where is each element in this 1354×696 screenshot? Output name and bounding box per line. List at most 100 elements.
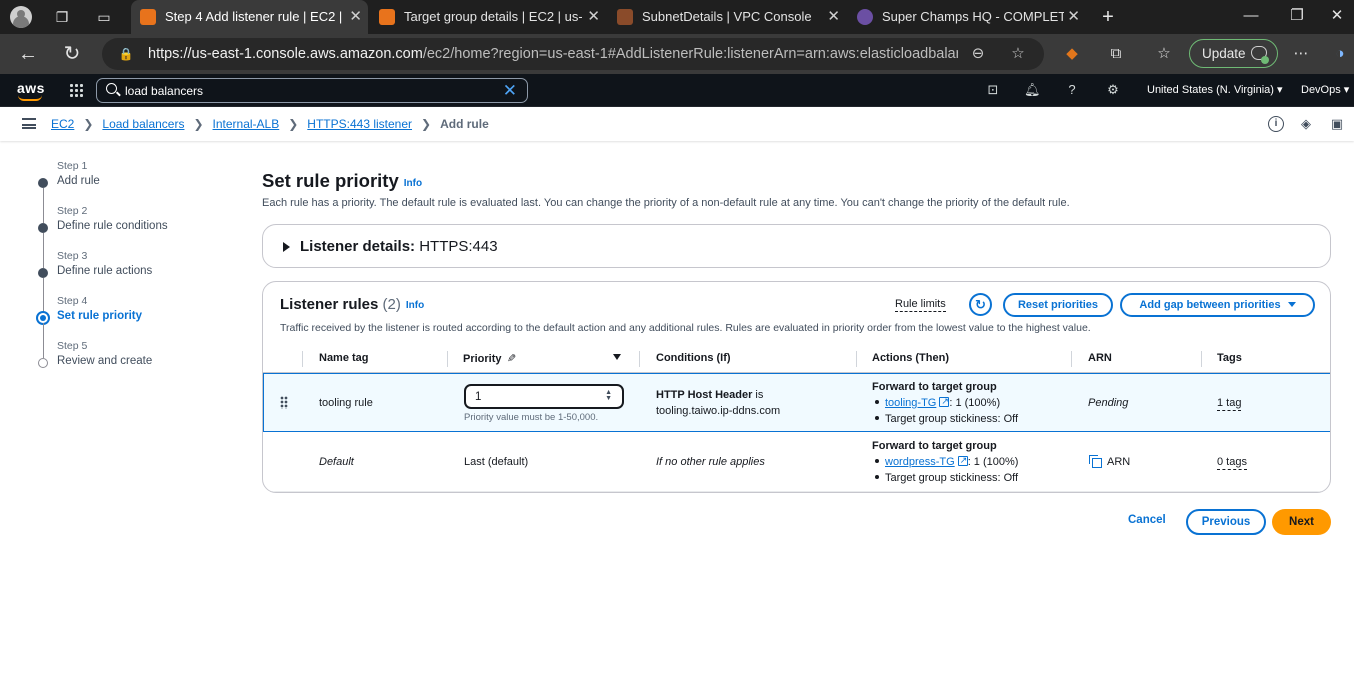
external-link-icon — [939, 393, 950, 409]
next-button[interactable]: Next — [1272, 509, 1331, 535]
url-field[interactable]: 🔒 https://us-east-1.console.aws.amazon.c… — [102, 38, 1044, 70]
region-selector[interactable]: United States (N. Virginia) ▾ — [1147, 83, 1283, 96]
breadcrumb: EC2 ❯ Load balancers ❯ Internal-ALB ❯ HTTPS:44… — [51, 117, 489, 131]
back-icon[interactable]: ← — [16, 42, 40, 66]
chevron-right-icon: ❯ — [83, 117, 94, 131]
tab-add-listener-rule[interactable]: Step 4 Add listener rule | EC2 | us-east… — [131, 0, 368, 34]
breadcrumb-listener[interactable]: HTTPS:443 listener — [307, 117, 412, 131]
breadcrumb-internal-alb[interactable]: Internal-ALB — [213, 117, 280, 131]
column-conditions[interactable]: Conditions (If) — [656, 352, 731, 364]
browser-tab-bar: ❐ ▭ Step 4 Add listener rule | EC2 | us-… — [0, 0, 1354, 34]
site-info-icon[interactable]: 🔒 — [118, 46, 134, 62]
copy-arn-button[interactable]: ARN — [1089, 454, 1130, 470]
chevron-right-icon: ❯ — [193, 117, 204, 131]
search-icon — [106, 83, 117, 94]
table-row[interactable]: tooling rule ▲▼ Priority value must be 1… — [263, 373, 1330, 432]
new-tab-icon[interactable]: + — [1098, 7, 1118, 27]
account-menu[interactable]: DevOps ▾ — [1301, 83, 1349, 96]
listener-details-expander[interactable]: Listener details: HTTPS:443 — [262, 224, 1331, 268]
refresh-button[interactable]: ↻ — [969, 293, 992, 316]
update-badge — [1261, 56, 1269, 64]
breadcrumb-ec2[interactable]: EC2 — [51, 117, 74, 131]
cloudshell-icon[interactable]: ⊡ — [985, 82, 1001, 98]
rule-tags-link[interactable]: 0 tags — [1217, 456, 1247, 470]
column-tags[interactable]: Tags — [1217, 352, 1242, 364]
info-link[interactable]: Info — [404, 178, 422, 189]
extensions-icon[interactable]: ⧉ — [1106, 44, 1126, 64]
wizard-step-2[interactable]: Step 2 Define rule conditions — [36, 205, 236, 268]
breadcrumb-load-balancers[interactable]: Load balancers — [102, 117, 184, 131]
close-window-icon[interactable]: ✕ — [1314, 0, 1354, 34]
table-header: Name tag Priority ✎ Conditions (If) Actio… — [263, 345, 1330, 373]
notifications-bell-icon[interactable]: 🔔︎ — [1024, 82, 1041, 98]
tab-actions-icon[interactable]: ▭ — [94, 7, 114, 27]
minimize-icon[interactable]: — — [1228, 0, 1274, 34]
aws-logo[interactable]: aws — [17, 80, 45, 96]
priority-input[interactable]: ▲▼ — [464, 384, 624, 409]
page-title: Set rule priority Info — [262, 170, 423, 191]
favorites-icon[interactable]: ☆ — [1154, 44, 1174, 64]
close-tab-icon[interactable]: ✕ — [1067, 0, 1080, 34]
bullet — [875, 416, 879, 420]
rule-priority: Last (default) — [464, 456, 529, 468]
previous-button[interactable]: Previous — [1186, 509, 1266, 535]
reset-priorities-button[interactable]: Reset priorities — [1003, 293, 1113, 317]
zoom-icon[interactable]: ⊖ — [968, 44, 988, 64]
breadcrumb-current: Add rule — [440, 117, 489, 131]
wizard-step-1[interactable]: Step 1 Add rule — [36, 160, 236, 223]
stepper-icon[interactable]: ▲ ▼ — [605, 389, 612, 402]
aws-favicon-icon — [379, 9, 395, 25]
close-tab-icon[interactable]: ✕ — [349, 0, 362, 34]
rule-name: tooling rule — [319, 397, 373, 409]
clear-search-icon[interactable]: ✕ — [503, 80, 517, 101]
metamask-extension-icon[interactable]: ◆ — [1062, 44, 1082, 64]
listener-details-title: Listener details: HTTPS:443 — [300, 238, 498, 255]
listener-rules-description: Traffic received by the listener is rout… — [280, 322, 1091, 334]
wizard-steps: Step 1 Add rule Step 2 Define rule condi… — [36, 160, 236, 385]
side-nav-menu-icon[interactable] — [22, 118, 36, 129]
sort-caret-icon[interactable] — [613, 354, 621, 360]
column-actions[interactable]: Actions (Then) — [872, 352, 949, 364]
column-priority[interactable]: Priority ✎ — [463, 352, 516, 365]
priority-field[interactable] — [475, 389, 595, 405]
tab-target-group-details[interactable]: Target group details | EC2 | us-east-1 ✕ — [370, 0, 606, 34]
rule-tags-link[interactable]: 1 tag — [1217, 397, 1242, 411]
settings-gear-icon[interactable]: ⚙ — [1105, 82, 1121, 98]
notifications-panel-icon[interactable]: ◈ — [1298, 116, 1314, 132]
rule-action: Forward to target group tooling-TG: 1 (1… — [872, 379, 1018, 427]
edit-pencil-icon: ✎ — [506, 353, 516, 365]
cancel-button[interactable]: Cancel — [1128, 514, 1166, 526]
help-icon[interactable]: ? — [1064, 82, 1080, 98]
bookmark-star-icon[interactable]: ☆ — [1008, 44, 1028, 64]
rule-limits-link[interactable]: Rule limits — [895, 298, 946, 312]
copilot-icon[interactable]: ◑ — [1330, 44, 1350, 64]
more-menu-icon[interactable]: ⋯ — [1291, 44, 1311, 64]
aws-search-input[interactable] — [125, 82, 485, 100]
add-gap-button[interactable]: Add gap between priorities — [1120, 293, 1315, 317]
profile-avatar[interactable] — [10, 6, 32, 28]
info-link[interactable]: Info — [406, 300, 424, 311]
feedback-icon[interactable]: ▣ — [1329, 116, 1345, 132]
caret-right-icon — [283, 242, 290, 252]
close-tab-icon[interactable]: ✕ — [587, 0, 600, 34]
priority-hint: Priority value must be 1-50,000. — [464, 412, 599, 423]
services-grid-icon[interactable] — [69, 83, 84, 98]
target-group-link[interactable]: tooling-TG — [885, 397, 936, 409]
target-group-link[interactable]: wordpress-TG — [885, 456, 955, 468]
page-description: Each rule has a priority. The default ru… — [262, 197, 1070, 209]
aws-favicon-icon — [140, 9, 156, 25]
column-name-tag[interactable]: Name tag — [319, 352, 369, 364]
info-panel-icon[interactable]: i — [1268, 116, 1284, 132]
tab-subnet-details[interactable]: SubnetDetails | VPC Console ✕ — [608, 0, 846, 34]
workspaces-icon[interactable]: ❐ — [52, 7, 72, 27]
aws-search-box[interactable]: ✕ — [96, 78, 528, 103]
close-tab-icon[interactable]: ✕ — [827, 0, 840, 34]
update-button[interactable]: Update — [1189, 39, 1278, 68]
tab-super-champs[interactable]: Super Champs HQ - COMPLETE Guide ✕ — [848, 0, 1086, 34]
wizard-step-3[interactable]: Step 3 Define rule actions — [36, 250, 236, 313]
drag-handle-icon[interactable] — [280, 396, 288, 409]
step-complete-dot — [38, 178, 48, 188]
reload-icon[interactable]: ↻ — [60, 42, 84, 66]
chevron-right-icon: ❯ — [421, 117, 432, 131]
column-arn[interactable]: ARN — [1088, 352, 1112, 364]
